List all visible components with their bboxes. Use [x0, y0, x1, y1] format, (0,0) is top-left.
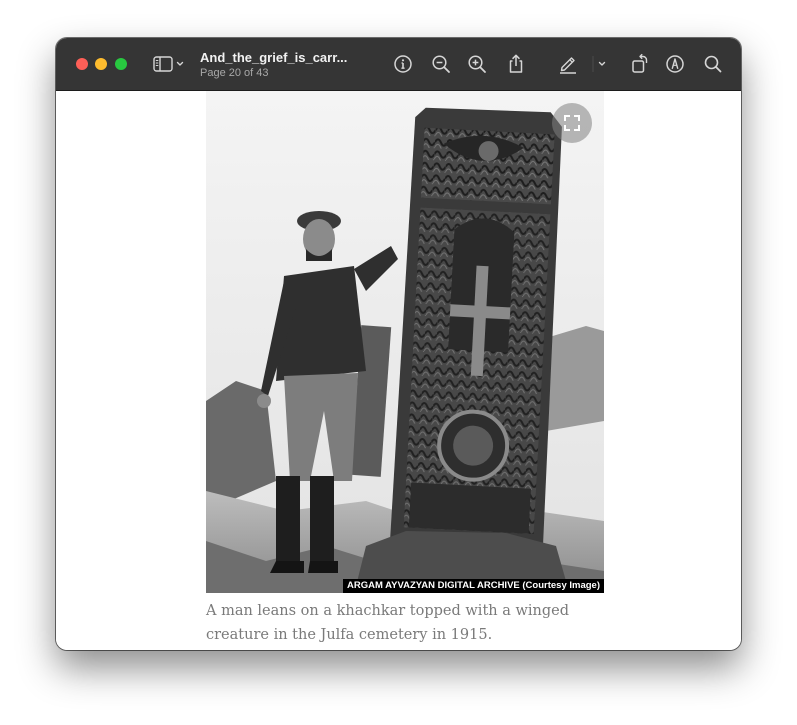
search-button[interactable] — [701, 52, 725, 76]
sidebar-toggle-button[interactable] — [152, 52, 190, 76]
caption-line: creature in the Julfa cemetery in 1915. — [206, 627, 493, 643]
markup-button[interactable] — [663, 52, 687, 76]
fullscreen-button[interactable] — [552, 103, 592, 143]
page-indicator: Page 20 of 43 — [200, 67, 269, 79]
markup-icon — [666, 55, 684, 73]
search-icon — [704, 55, 722, 73]
info-icon — [394, 55, 412, 73]
highlight-menu-button[interactable] — [592, 52, 612, 76]
fullscreen-icon — [564, 115, 580, 131]
zoom-in-icon — [468, 55, 486, 73]
photo-caption: A man leans on a khachkar topped with a … — [206, 599, 626, 647]
document-page[interactable]: ARGAM AYVAZYAN DIGITAL ARCHIVE (Courtesy… — [56, 91, 741, 650]
document-title: And_the_grief_is_carr... — [200, 50, 348, 65]
zoom-out-button[interactable] — [429, 52, 453, 76]
caption-line: A man leans on a khachkar topped with a … — [206, 603, 570, 619]
photo-illustration — [206, 91, 604, 593]
highlight-pen-icon — [560, 57, 576, 74]
photo-credit: ARGAM AYVAZYAN DIGITAL ARCHIVE (Courtesy… — [342, 579, 604, 593]
zoom-out-icon — [432, 55, 450, 73]
title-bar: And_the_grief_is_carr... Page 20 of 43 — [56, 38, 741, 91]
rotate-button[interactable] — [628, 52, 652, 76]
zoom-in-button[interactable] — [465, 52, 489, 76]
info-button[interactable] — [391, 52, 415, 76]
maximize-button[interactable] — [115, 58, 127, 70]
sidebar-icon — [153, 56, 184, 72]
share-button[interactable] — [504, 52, 528, 76]
chevron-down-icon — [592, 56, 606, 72]
close-button[interactable] — [76, 58, 88, 70]
minimize-button[interactable] — [95, 58, 107, 70]
rotate-icon — [632, 53, 648, 73]
preview-window: And_the_grief_is_carr... Page 20 of 43 A… — [56, 38, 741, 650]
highlight-button[interactable] — [556, 52, 580, 76]
share-icon — [509, 54, 523, 73]
archival-photo: ARGAM AYVAZYAN DIGITAL ARCHIVE (Courtesy… — [206, 91, 604, 593]
